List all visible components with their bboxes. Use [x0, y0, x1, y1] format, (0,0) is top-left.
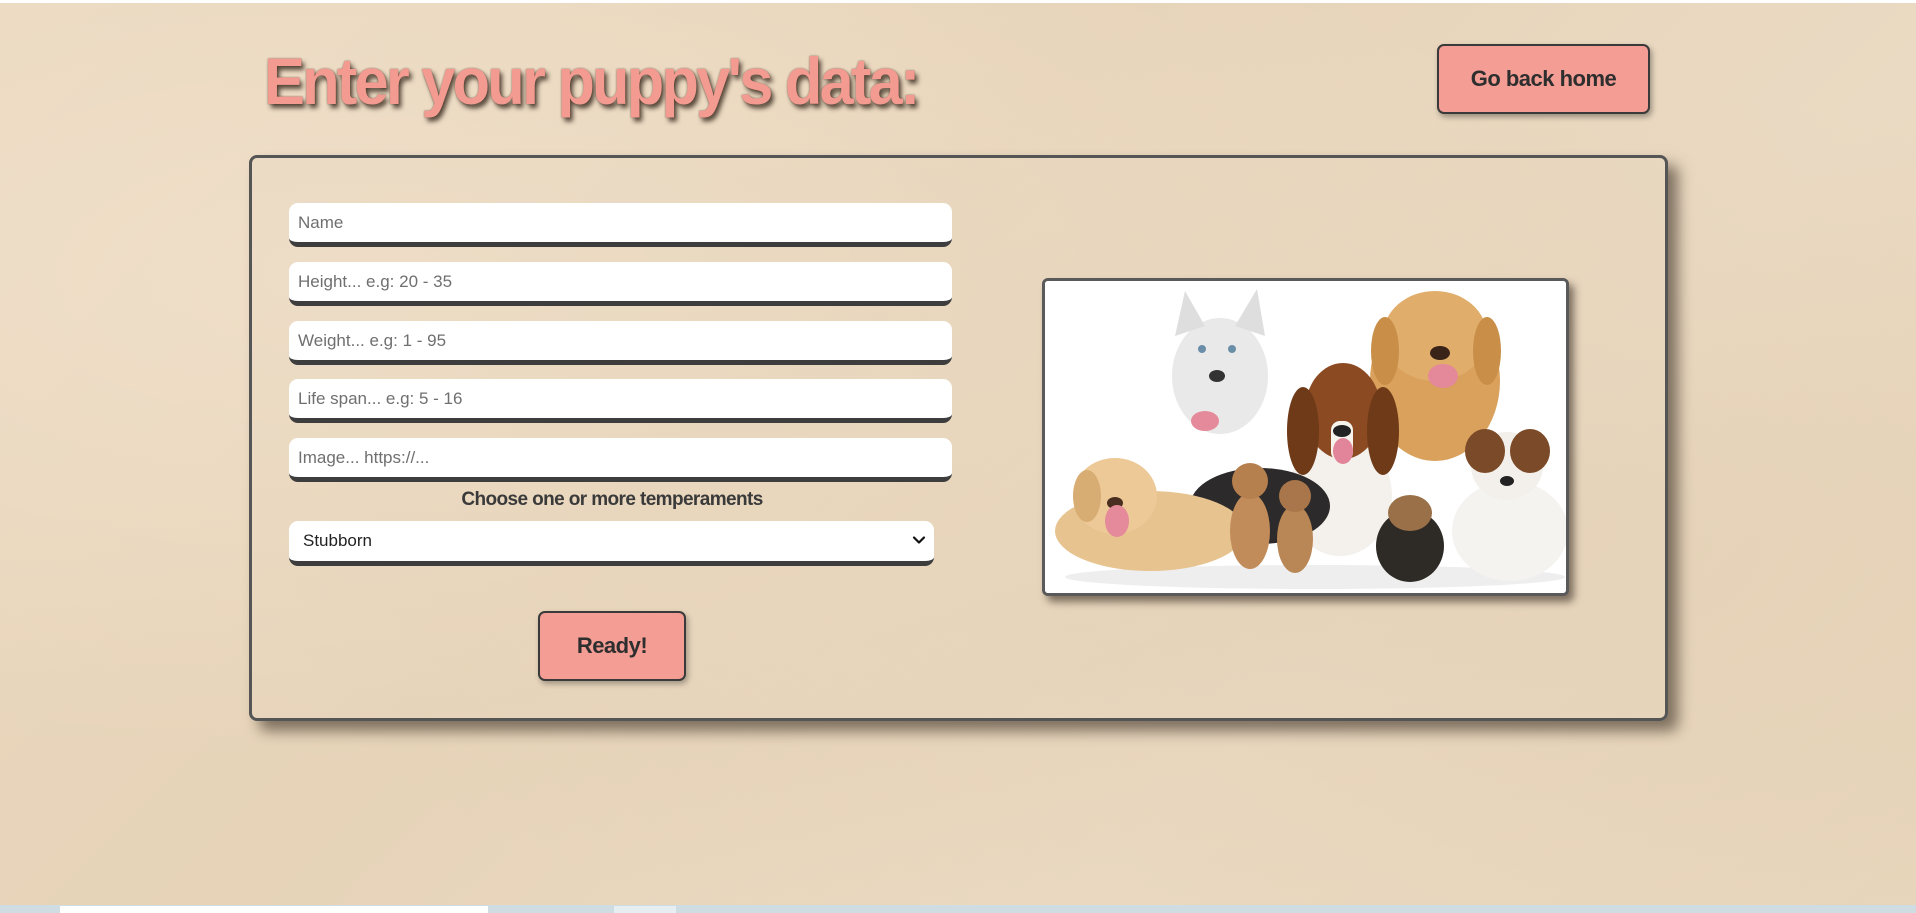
dogs-group-photo: [1042, 278, 1569, 596]
height-input[interactable]: [289, 262, 952, 306]
top-strip: [0, 0, 1916, 3]
name-input[interactable]: [289, 203, 952, 247]
page-title: Enter your puppy's data:: [264, 44, 920, 118]
image-url-input[interactable]: [289, 438, 952, 482]
ready-submit-button[interactable]: Ready!: [538, 611, 686, 681]
dogs-illustration: [1045, 281, 1566, 593]
temperament-selected-value: Stubborn: [303, 531, 372, 550]
chevron-down-icon: [912, 533, 926, 547]
taskbar-tab[interactable]: [614, 906, 676, 913]
taskbar-tab[interactable]: [60, 906, 488, 913]
life-span-input[interactable]: [289, 379, 952, 423]
weight-input[interactable]: [289, 321, 952, 365]
temperament-select[interactable]: Stubborn: [289, 521, 934, 566]
temperaments-label: Choose one or more temperaments: [461, 489, 763, 510]
go-back-home-button[interactable]: Go back home: [1437, 44, 1650, 114]
